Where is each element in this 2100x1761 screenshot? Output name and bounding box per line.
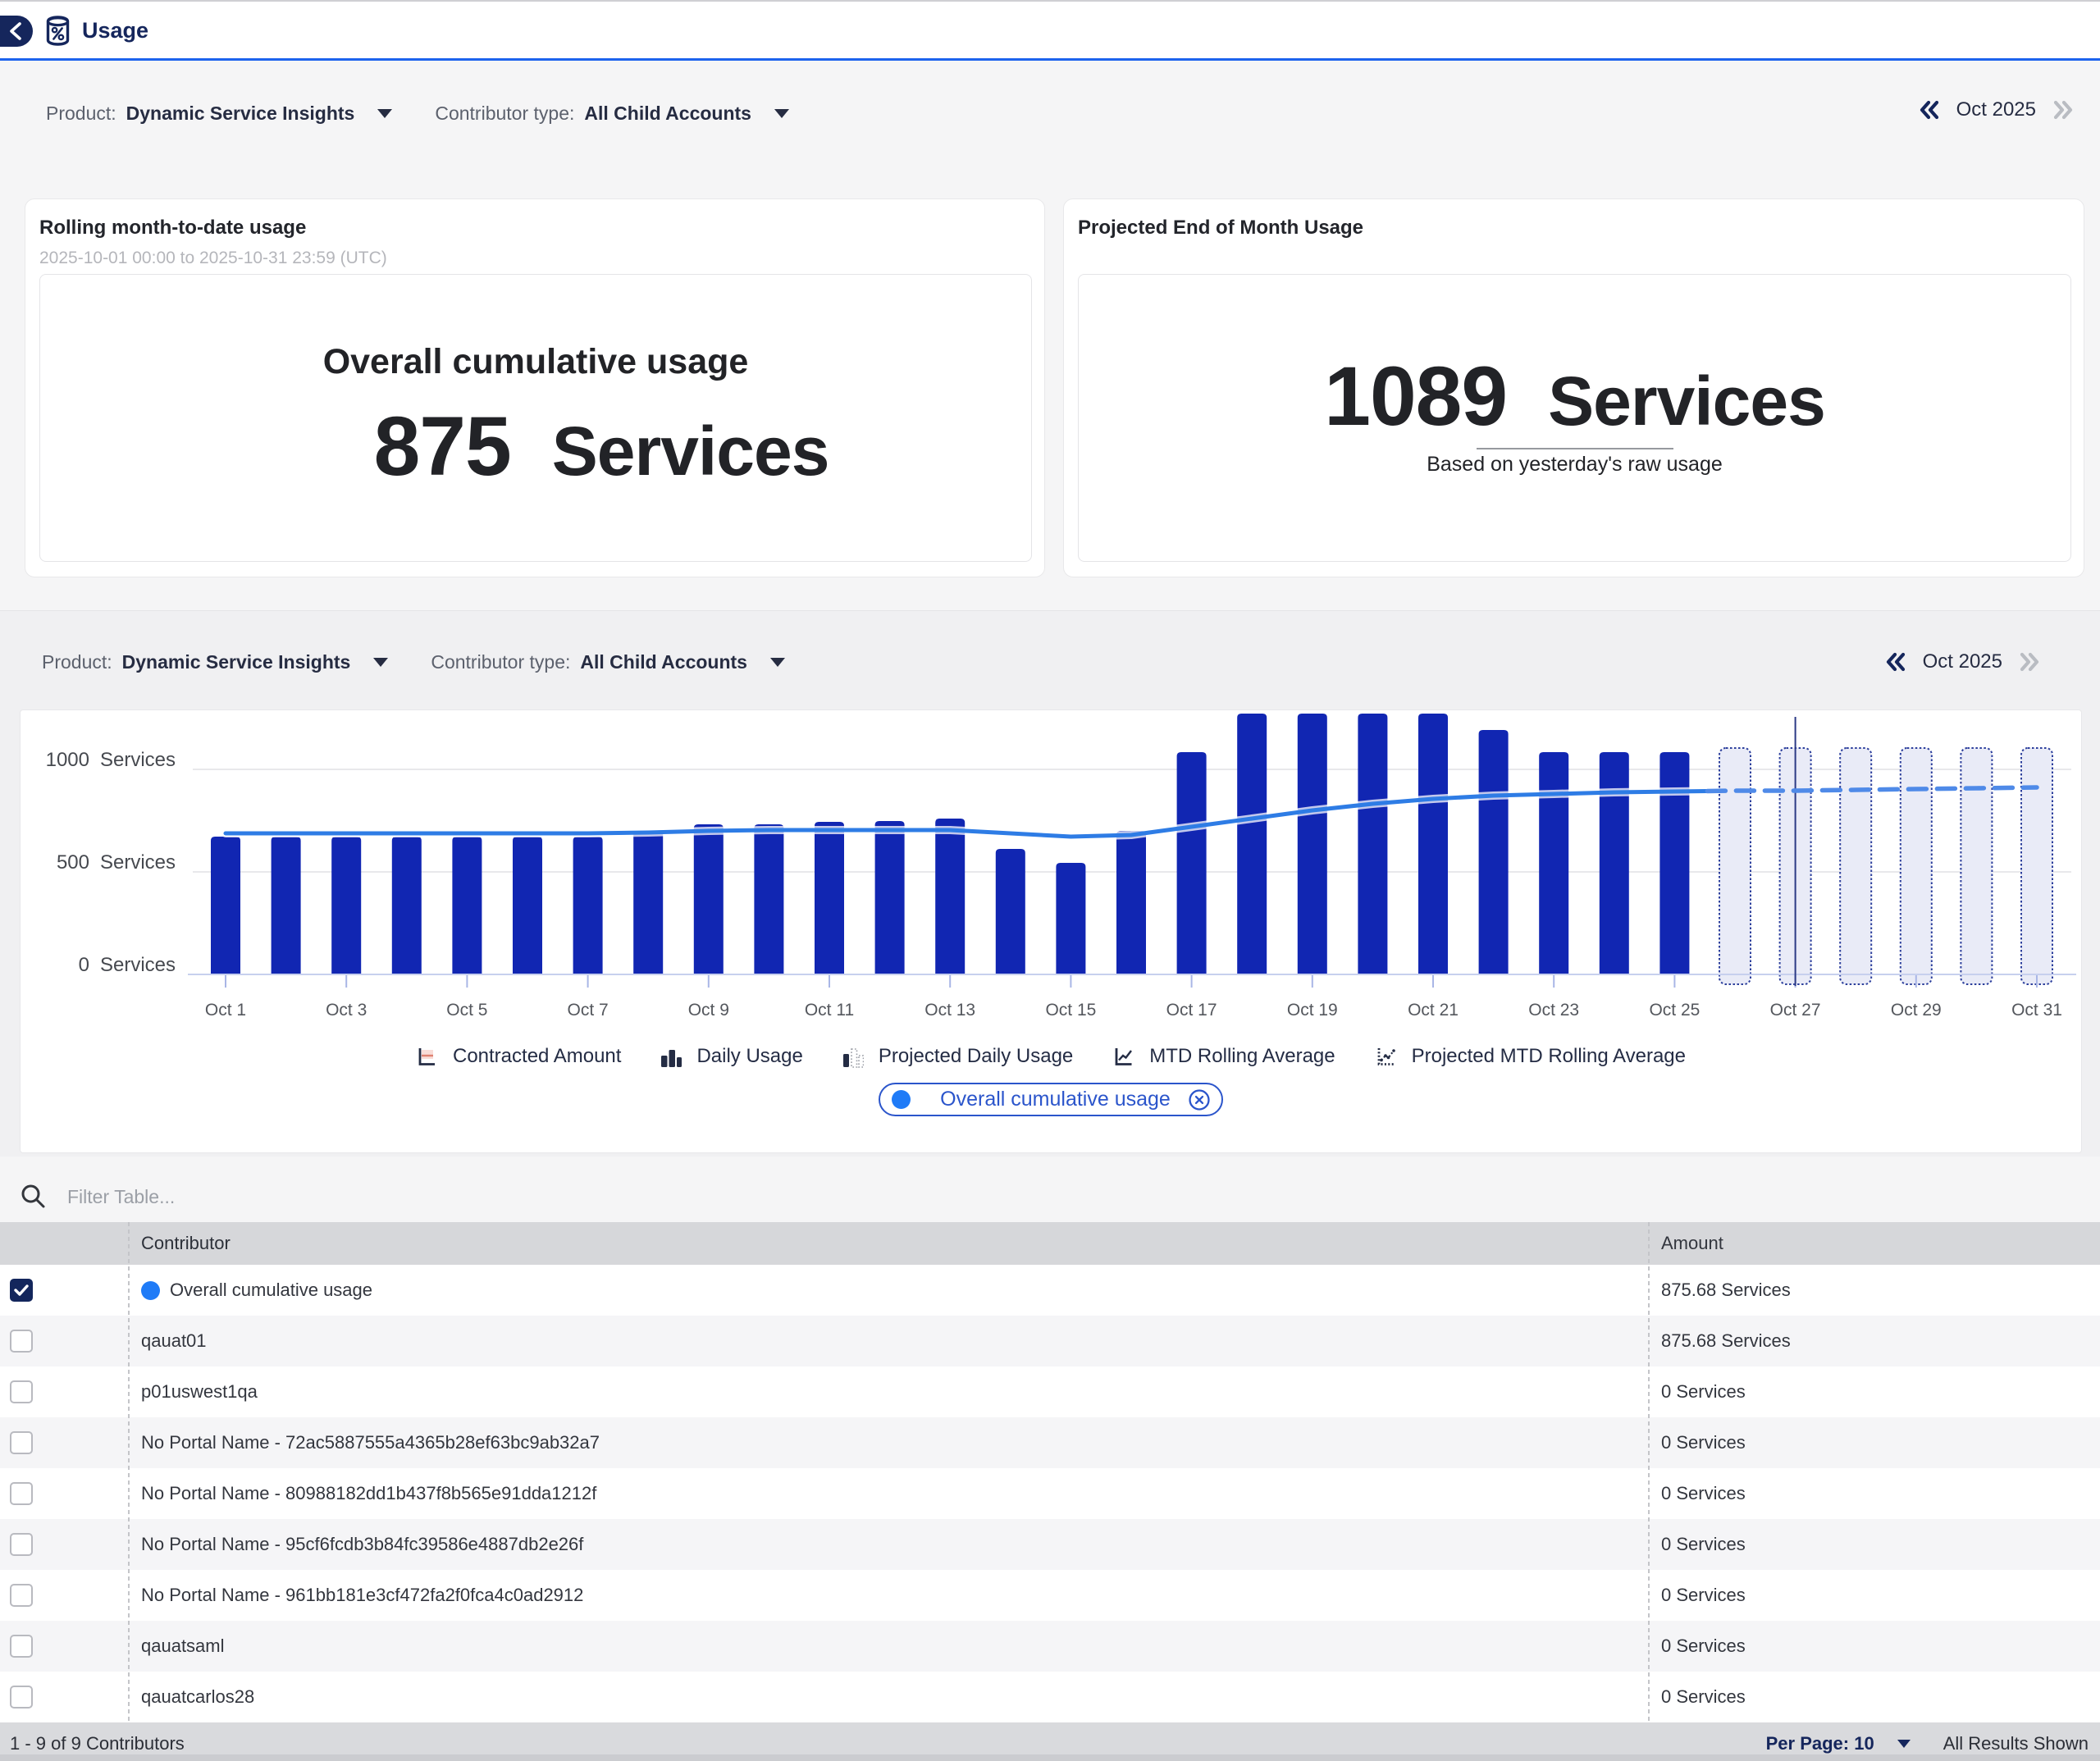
svg-text:1000: 1000 <box>46 749 89 771</box>
svg-text:Oct 17: Oct 17 <box>1166 1001 1217 1020</box>
svg-text:Oct 29: Oct 29 <box>1891 1001 1942 1020</box>
svg-text:Oct 11: Oct 11 <box>805 1001 854 1020</box>
svg-text:500: 500 <box>57 851 89 874</box>
svg-text:Oct 15: Oct 15 <box>1045 1001 1096 1020</box>
svg-text:Oct 1: Oct 1 <box>205 1001 246 1020</box>
svg-text:Oct 27: Oct 27 <box>1770 1001 1821 1020</box>
svg-text:Oct 5: Oct 5 <box>446 1001 487 1020</box>
svg-text:Oct 19: Oct 19 <box>1287 1001 1338 1020</box>
svg-text:Oct 23: Oct 23 <box>1528 1001 1579 1020</box>
svg-text:Oct 3: Oct 3 <box>326 1001 367 1020</box>
svg-text:Services: Services <box>100 749 176 771</box>
svg-text:Oct 25: Oct 25 <box>1649 1001 1700 1020</box>
svg-text:Oct 9: Oct 9 <box>688 1001 729 1020</box>
svg-text:Oct 31: Oct 31 <box>2011 1001 2062 1020</box>
svg-text:Oct 13: Oct 13 <box>924 1001 975 1020</box>
svg-text:Services: Services <box>100 851 176 874</box>
svg-text:Services: Services <box>100 954 176 976</box>
svg-text:Oct 7: Oct 7 <box>568 1001 609 1020</box>
svg-text:0: 0 <box>79 954 89 976</box>
svg-text:Oct 21: Oct 21 <box>1408 1001 1459 1020</box>
